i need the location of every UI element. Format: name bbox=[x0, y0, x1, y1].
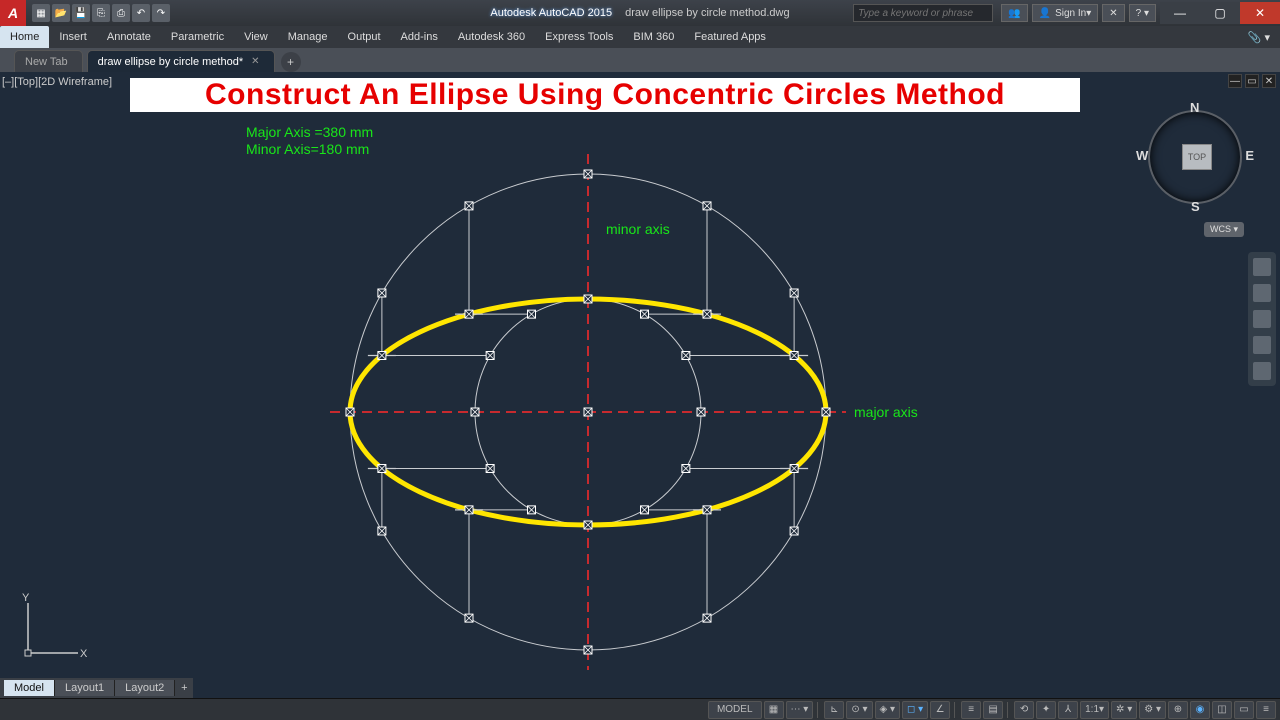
annomonitor-icon[interactable]: ⊕ bbox=[1168, 701, 1188, 719]
title-text: Autodesk AutoCAD 2015 draw ellipse by ci… bbox=[490, 7, 789, 19]
help-icon[interactable]: ? ▾ bbox=[1129, 4, 1156, 22]
status-bar: MODEL ▦ ⋯ ▾ ⊾ ⊙ ▾ ◈ ▾ ◻ ▾ ∠ ≡ ▤ ⟲ ✦ ⅄ 1:… bbox=[0, 698, 1280, 720]
osnap-icon[interactable]: ◻ ▾ bbox=[902, 701, 928, 719]
svg-text:major axis: major axis bbox=[854, 404, 918, 420]
navigation-bar bbox=[1248, 252, 1276, 386]
tab-parametric[interactable]: Parametric bbox=[161, 26, 234, 48]
tab-manage[interactable]: Manage bbox=[278, 26, 338, 48]
close-tab-icon[interactable]: ✕ bbox=[251, 56, 259, 67]
snap-icon[interactable]: ⋯ ▾ bbox=[786, 701, 814, 719]
tab-home[interactable]: Home bbox=[0, 26, 49, 48]
redo-icon[interactable]: ↷ bbox=[152, 4, 170, 22]
new-icon[interactable]: ▦ bbox=[32, 4, 50, 22]
wcs-label: WCS bbox=[1210, 224, 1231, 234]
save-icon[interactable]: 💾 bbox=[72, 4, 90, 22]
ucs-icon[interactable]: X Y bbox=[18, 593, 88, 668]
ucs-y-label: Y bbox=[22, 592, 30, 604]
scale-label: 1:1 bbox=[1085, 704, 1099, 715]
ucs-x-label: X bbox=[80, 648, 88, 660]
workspace-icon[interactable]: ⚙ ▾ bbox=[1139, 701, 1166, 719]
orbit-icon[interactable] bbox=[1253, 336, 1271, 354]
maximize-button[interactable]: ▢ bbox=[1200, 2, 1240, 24]
3dosnap-icon[interactable]: ✦ bbox=[1036, 701, 1056, 719]
ribbon-expand-icon[interactable]: 📎 ▾ bbox=[1238, 26, 1280, 48]
cycling-icon[interactable]: ⟲ bbox=[1014, 701, 1034, 719]
customize-icon[interactable]: ≡ bbox=[1256, 701, 1276, 719]
zoom-icon[interactable] bbox=[1253, 310, 1271, 328]
sign-in-label: Sign In bbox=[1055, 8, 1086, 19]
annoscale-button[interactable]: 1:1 ▾ bbox=[1080, 701, 1109, 719]
add-layout-button[interactable]: + bbox=[175, 682, 193, 694]
plot-icon[interactable]: ⎙ bbox=[112, 4, 130, 22]
file-tab-label: draw ellipse by circle method* bbox=[98, 56, 244, 68]
new-file-tab-button[interactable]: + bbox=[281, 52, 301, 72]
tab-express[interactable]: Express Tools bbox=[535, 26, 623, 48]
dynucs-icon[interactable]: ⅄ bbox=[1058, 701, 1078, 719]
app-name: Autodesk AutoCAD 2015 bbox=[490, 7, 612, 19]
pan-icon[interactable] bbox=[1253, 284, 1271, 302]
wcs-badge[interactable]: WCS ▾ bbox=[1204, 222, 1244, 237]
tab-annotate[interactable]: Annotate bbox=[97, 26, 161, 48]
polar-icon[interactable]: ⊙ ▾ bbox=[846, 701, 872, 719]
tab-featured[interactable]: Featured Apps bbox=[684, 26, 776, 48]
ribbon-tabs: Home Insert Annotate Parametric View Man… bbox=[0, 26, 1280, 48]
tab-view[interactable]: View bbox=[234, 26, 278, 48]
compass-e[interactable]: E bbox=[1245, 148, 1254, 163]
ortho-icon[interactable]: ⊾ bbox=[824, 701, 844, 719]
open-icon[interactable]: 📂 bbox=[52, 4, 70, 22]
compass-s[interactable]: S bbox=[1191, 199, 1200, 214]
undo-icon[interactable]: ↶ bbox=[132, 4, 150, 22]
file-tab-new[interactable]: New Tab bbox=[14, 50, 83, 72]
viewcube-top-face[interactable]: TOP bbox=[1182, 144, 1212, 170]
exchange-icon[interactable]: ✕ bbox=[1102, 4, 1124, 22]
close-button[interactable]: ✕ bbox=[1240, 2, 1280, 24]
transparency-icon[interactable]: ▤ bbox=[983, 701, 1003, 719]
layout-tab-model[interactable]: Model bbox=[4, 680, 55, 696]
tab-output[interactable]: Output bbox=[338, 26, 391, 48]
file-tabs: New Tab draw ellipse by circle method*✕ … bbox=[0, 48, 1280, 72]
tab-insert[interactable]: Insert bbox=[49, 26, 97, 48]
drawing-geometry: minor axis major axis bbox=[0, 72, 1280, 698]
layout-tab-2[interactable]: Layout2 bbox=[115, 680, 175, 696]
status-model-button[interactable]: MODEL bbox=[708, 701, 762, 719]
infocenter-icon[interactable]: 👥 bbox=[1001, 4, 1027, 22]
tab-a360[interactable]: Autodesk 360 bbox=[448, 26, 535, 48]
lineweight-icon[interactable]: ≡ bbox=[961, 701, 981, 719]
quick-access-toolbar: ▦ 📂 💾 ⎘ ⎙ ↶ ↷ bbox=[26, 4, 176, 22]
layout-tab-1[interactable]: Layout1 bbox=[55, 680, 115, 696]
annovisibility-icon[interactable]: ✲ ▾ bbox=[1111, 701, 1137, 719]
app-logo[interactable]: A bbox=[0, 0, 26, 26]
tab-bim360[interactable]: BIM 360 bbox=[623, 26, 684, 48]
minimize-button[interactable]: — bbox=[1160, 2, 1200, 24]
drawing-viewport[interactable]: [–][Top][2D Wireframe] — ▭ ✕ Construct A… bbox=[0, 72, 1280, 698]
hardwareaccel-icon[interactable]: ◉ bbox=[1190, 701, 1210, 719]
grid-icon[interactable]: ▦ bbox=[764, 701, 784, 719]
svg-text:minor axis: minor axis bbox=[606, 221, 670, 237]
showmotion-icon[interactable] bbox=[1253, 362, 1271, 380]
compass-n[interactable]: N bbox=[1190, 100, 1199, 115]
cleanscreen-icon[interactable]: ▭ bbox=[1234, 701, 1254, 719]
title-bar: A ▦ 📂 💾 ⎘ ⎙ ↶ ↷ Autodesk AutoCAD 2015 dr… bbox=[0, 0, 1280, 26]
file-tab-label: New Tab bbox=[25, 56, 68, 68]
tab-addins[interactable]: Add-ins bbox=[391, 26, 448, 48]
help-search-input[interactable] bbox=[853, 4, 993, 22]
iso-icon[interactable]: ◈ ▾ bbox=[875, 701, 901, 719]
sign-in-button[interactable]: 👤 Sign In ▾ bbox=[1032, 4, 1099, 22]
nav-wheel-icon[interactable] bbox=[1253, 258, 1271, 276]
compass-w[interactable]: W bbox=[1136, 148, 1148, 163]
view-cube[interactable]: TOP N S W E bbox=[1140, 102, 1250, 212]
layout-tabs: Model Layout1 Layout2 + bbox=[0, 678, 193, 698]
otrack-icon[interactable]: ∠ bbox=[930, 701, 950, 719]
file-tab-current[interactable]: draw ellipse by circle method* ✕ bbox=[87, 50, 275, 72]
saveas-icon[interactable]: ⎘ bbox=[92, 4, 110, 22]
isolate-icon[interactable]: ◫ bbox=[1212, 701, 1232, 719]
file-name: draw ellipse by circle method.dwg bbox=[625, 7, 789, 19]
